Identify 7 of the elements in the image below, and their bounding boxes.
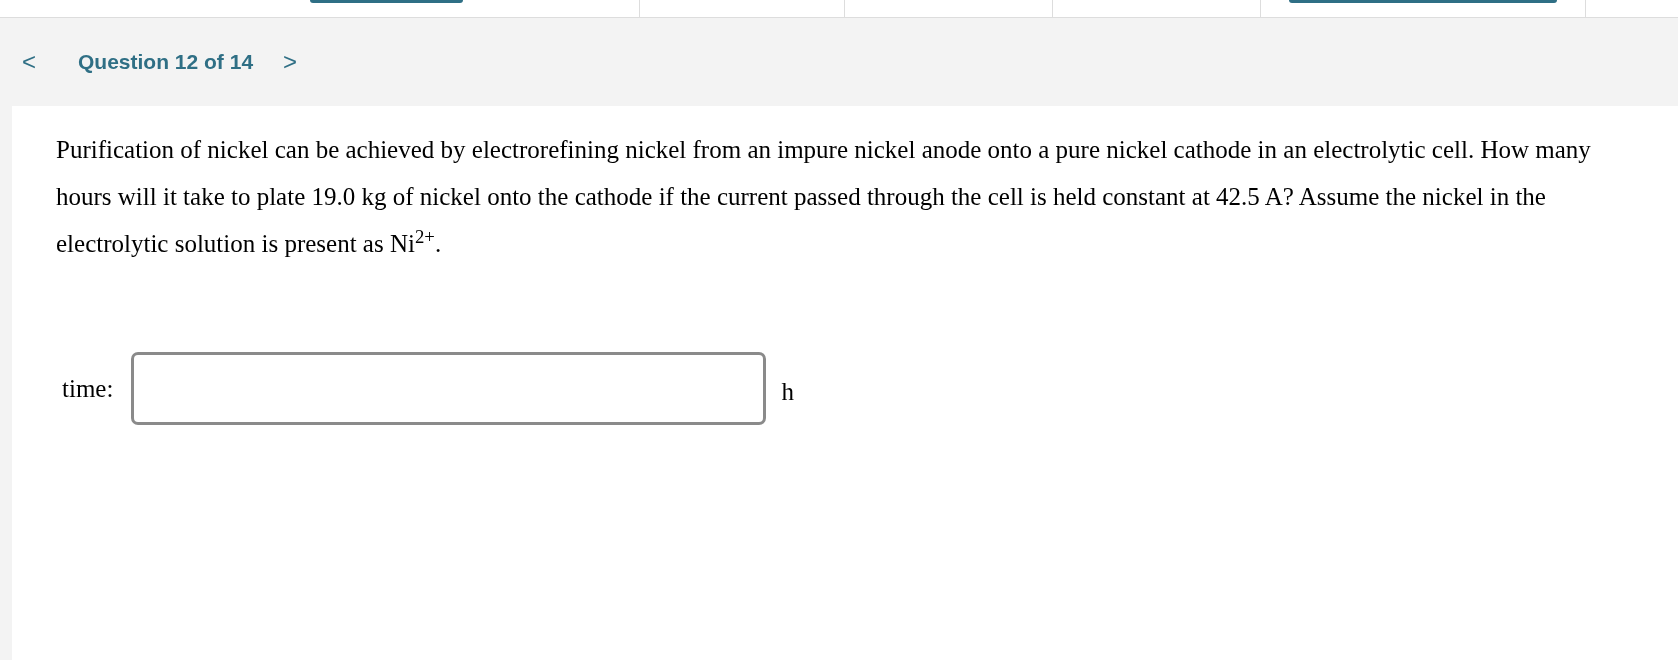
answer-field[interactable] xyxy=(131,352,767,425)
unit-label: h xyxy=(781,376,794,407)
question-text: Purification of nickel can be achieved by electrorefining nickel from an impure nickel anode onto a pure nickel cathode in an electrolytic cell. How many hours will it take to plate 19.0 kg of nickel onto the cathode if the current passed through the cell is held constant at 42.5 A? Assume the nickel in the electrolytic solution is present as Ni$^{2+}$. xyxy=(56,135,1592,259)
next-button[interactable]: > xyxy=(279,46,302,78)
question-counter: Question 12 of 14 xyxy=(78,49,254,76)
previous-button[interactable]: < xyxy=(18,46,40,78)
answer-label: time: xyxy=(62,373,114,404)
